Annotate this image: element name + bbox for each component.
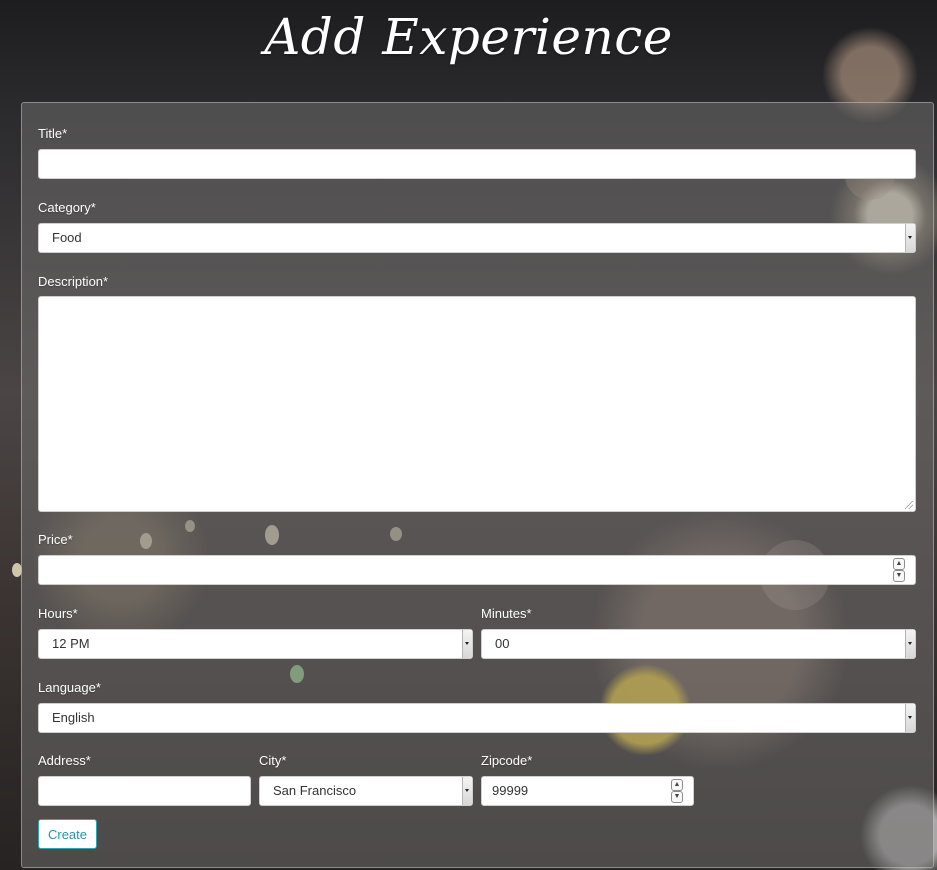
minutes-select[interactable]: 00 bbox=[481, 629, 916, 659]
dropdown-caret-icon bbox=[905, 630, 915, 658]
spinner-up-icon[interactable]: ▲ bbox=[671, 779, 683, 791]
address-input[interactable] bbox=[38, 776, 251, 806]
price-input[interactable]: ▲ ▼ bbox=[38, 555, 916, 585]
price-spinner[interactable]: ▲ ▼ bbox=[893, 558, 905, 582]
language-select[interactable]: English bbox=[38, 703, 916, 733]
title-input[interactable] bbox=[38, 149, 916, 179]
hours-label: Hours* bbox=[38, 606, 78, 621]
spinner-down-icon[interactable]: ▼ bbox=[671, 791, 683, 803]
title-label: Title* bbox=[38, 126, 68, 141]
description-label: Description* bbox=[38, 274, 109, 289]
language-label: Language* bbox=[38, 680, 101, 695]
spinner-up-icon[interactable]: ▲ bbox=[893, 558, 905, 570]
minutes-label: Minutes* bbox=[481, 606, 532, 621]
price-label: Price* bbox=[38, 532, 73, 547]
dropdown-caret-icon bbox=[462, 777, 472, 805]
city-label: City* bbox=[259, 753, 287, 768]
resize-grip-icon[interactable] bbox=[905, 501, 913, 509]
dropdown-caret-icon bbox=[905, 224, 915, 252]
zipcode-input[interactable]: 99999 ▲ ▼ bbox=[481, 776, 694, 806]
minutes-select-value: 00 bbox=[495, 636, 510, 651]
category-select-value: Food bbox=[52, 230, 82, 245]
city-select[interactable]: San Francisco bbox=[259, 776, 473, 806]
city-select-value: San Francisco bbox=[273, 783, 357, 798]
dropdown-caret-icon bbox=[462, 630, 472, 658]
page-title: Add Experience bbox=[264, 8, 673, 66]
zipcode-input-value: 99999 bbox=[492, 783, 529, 798]
language-select-value: English bbox=[52, 710, 95, 725]
category-label: Category* bbox=[38, 200, 96, 215]
spinner-down-icon[interactable]: ▼ bbox=[893, 570, 905, 582]
zipcode-spinner[interactable]: ▲ ▼ bbox=[671, 779, 683, 803]
hours-select-value: 12 PM bbox=[52, 636, 90, 651]
zipcode-label: Zipcode* bbox=[481, 753, 533, 768]
create-button[interactable]: Create bbox=[38, 819, 97, 849]
address-label: Address* bbox=[38, 753, 91, 768]
category-select[interactable]: Food bbox=[38, 223, 916, 253]
hours-select[interactable]: 12 PM bbox=[38, 629, 473, 659]
description-textarea[interactable] bbox=[38, 296, 916, 512]
dropdown-caret-icon bbox=[905, 704, 915, 732]
